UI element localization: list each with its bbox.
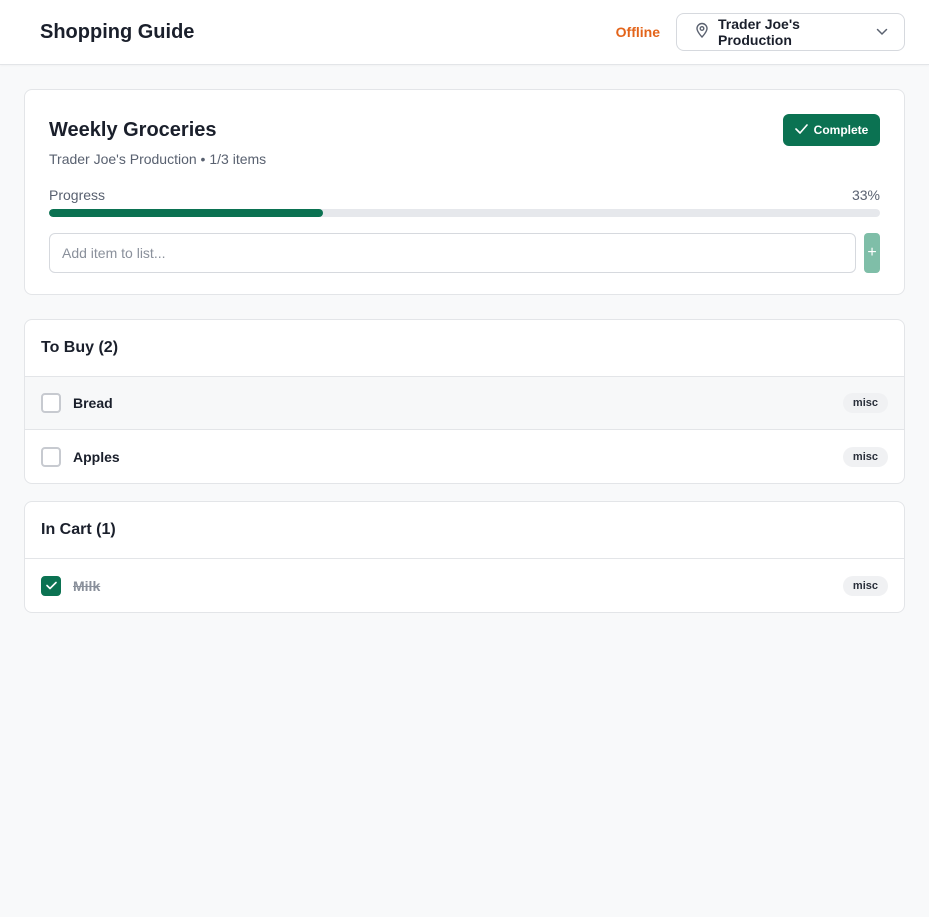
- store-selector[interactable]: Trader Joe's Production: [676, 13, 905, 51]
- progress-bar: [49, 209, 880, 217]
- category-tag: misc: [842, 575, 888, 596]
- chevron-down-icon: [876, 23, 888, 41]
- main-content: Weekly Groceries Trader Joe's Production…: [0, 65, 929, 637]
- check-icon: [45, 577, 57, 595]
- check-icon: [794, 123, 808, 137]
- store-selector-label: Trader Joe's Production: [718, 16, 800, 48]
- in-cart-heading: In Cart (1): [25, 502, 904, 559]
- item-checkbox[interactable]: [41, 575, 61, 596]
- connection-status: Offline: [615, 24, 660, 40]
- add-item-button[interactable]: +: [864, 233, 880, 273]
- progress-label: Progress: [49, 187, 106, 203]
- list-item[interactable]: Bread misc: [25, 377, 904, 430]
- map-pin-icon: [695, 22, 709, 43]
- app-title: Shopping Guide: [40, 20, 195, 43]
- to-buy-section: To Buy (2) Bread misc Apples misc: [24, 319, 905, 484]
- add-item-input[interactable]: [49, 233, 856, 273]
- list-title: Weekly Groceries: [49, 119, 217, 141]
- list-subtitle: Trader Joe's Production • 1/3 items: [49, 151, 267, 167]
- item-name: Bread: [73, 395, 113, 411]
- item-checkbox[interactable]: [41, 393, 61, 413]
- complete-button[interactable]: Complete: [783, 114, 880, 146]
- list-item[interactable]: Milk misc: [25, 559, 904, 612]
- category-tag: misc: [842, 446, 888, 467]
- progress-bar-fill: [49, 209, 324, 217]
- to-buy-heading: To Buy (2): [25, 320, 904, 377]
- category-tag: misc: [842, 393, 888, 413]
- in-cart-section: In Cart (1) Milk misc: [24, 501, 905, 613]
- item-name: Apples: [73, 448, 120, 465]
- plus-icon: +: [867, 244, 877, 261]
- list-summary-card: Weekly Groceries Trader Joe's Production…: [24, 89, 905, 295]
- complete-button-label: Complete: [813, 123, 869, 137]
- item-name: Milk: [73, 577, 101, 594]
- list-item[interactable]: Apples misc: [25, 430, 904, 483]
- progress-percent: 33%: [851, 187, 880, 203]
- item-checkbox[interactable]: [41, 446, 61, 467]
- app-header: Shopping Guide Offline Trader Joe's Prod…: [0, 0, 929, 65]
